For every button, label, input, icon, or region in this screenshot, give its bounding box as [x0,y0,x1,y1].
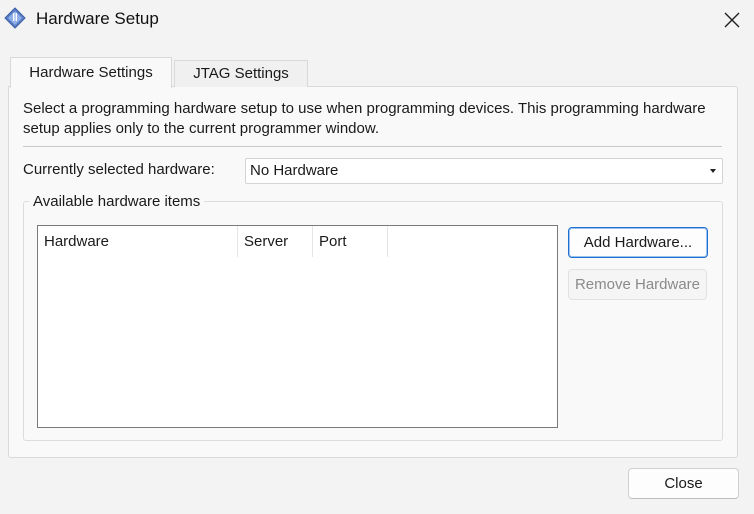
column-header-hardware[interactable]: Hardware [38,226,238,257]
hardware-dropdown-value: No Hardware [250,162,339,179]
close-button[interactable]: Close [628,468,739,499]
hardware-dropdown[interactable]: No Hardware [245,158,723,184]
title-bar: Hardware Setup [0,0,754,40]
close-icon[interactable] [716,4,748,36]
group-title: Available hardware items [29,193,205,210]
chip-icon [3,6,27,30]
add-hardware-button[interactable]: Add Hardware... [568,227,708,258]
column-header-server[interactable]: Server [238,226,313,257]
tab-jtag-settings[interactable]: JTAG Settings [174,60,308,87]
remove-hardware-button[interactable]: Remove Hardware [568,269,707,300]
chevron-down-icon [710,169,716,173]
description-text: Select a programming hardware setup to u… [23,100,706,137]
selected-hardware-label: Currently selected hardware: [23,161,215,178]
column-header-port[interactable]: Port [313,226,388,257]
tab-hardware-settings[interactable]: Hardware Settings [10,57,172,88]
window-title: Hardware Setup [36,9,159,28]
separator [23,146,722,147]
hardware-list[interactable]: Hardware Server Port [37,225,558,428]
